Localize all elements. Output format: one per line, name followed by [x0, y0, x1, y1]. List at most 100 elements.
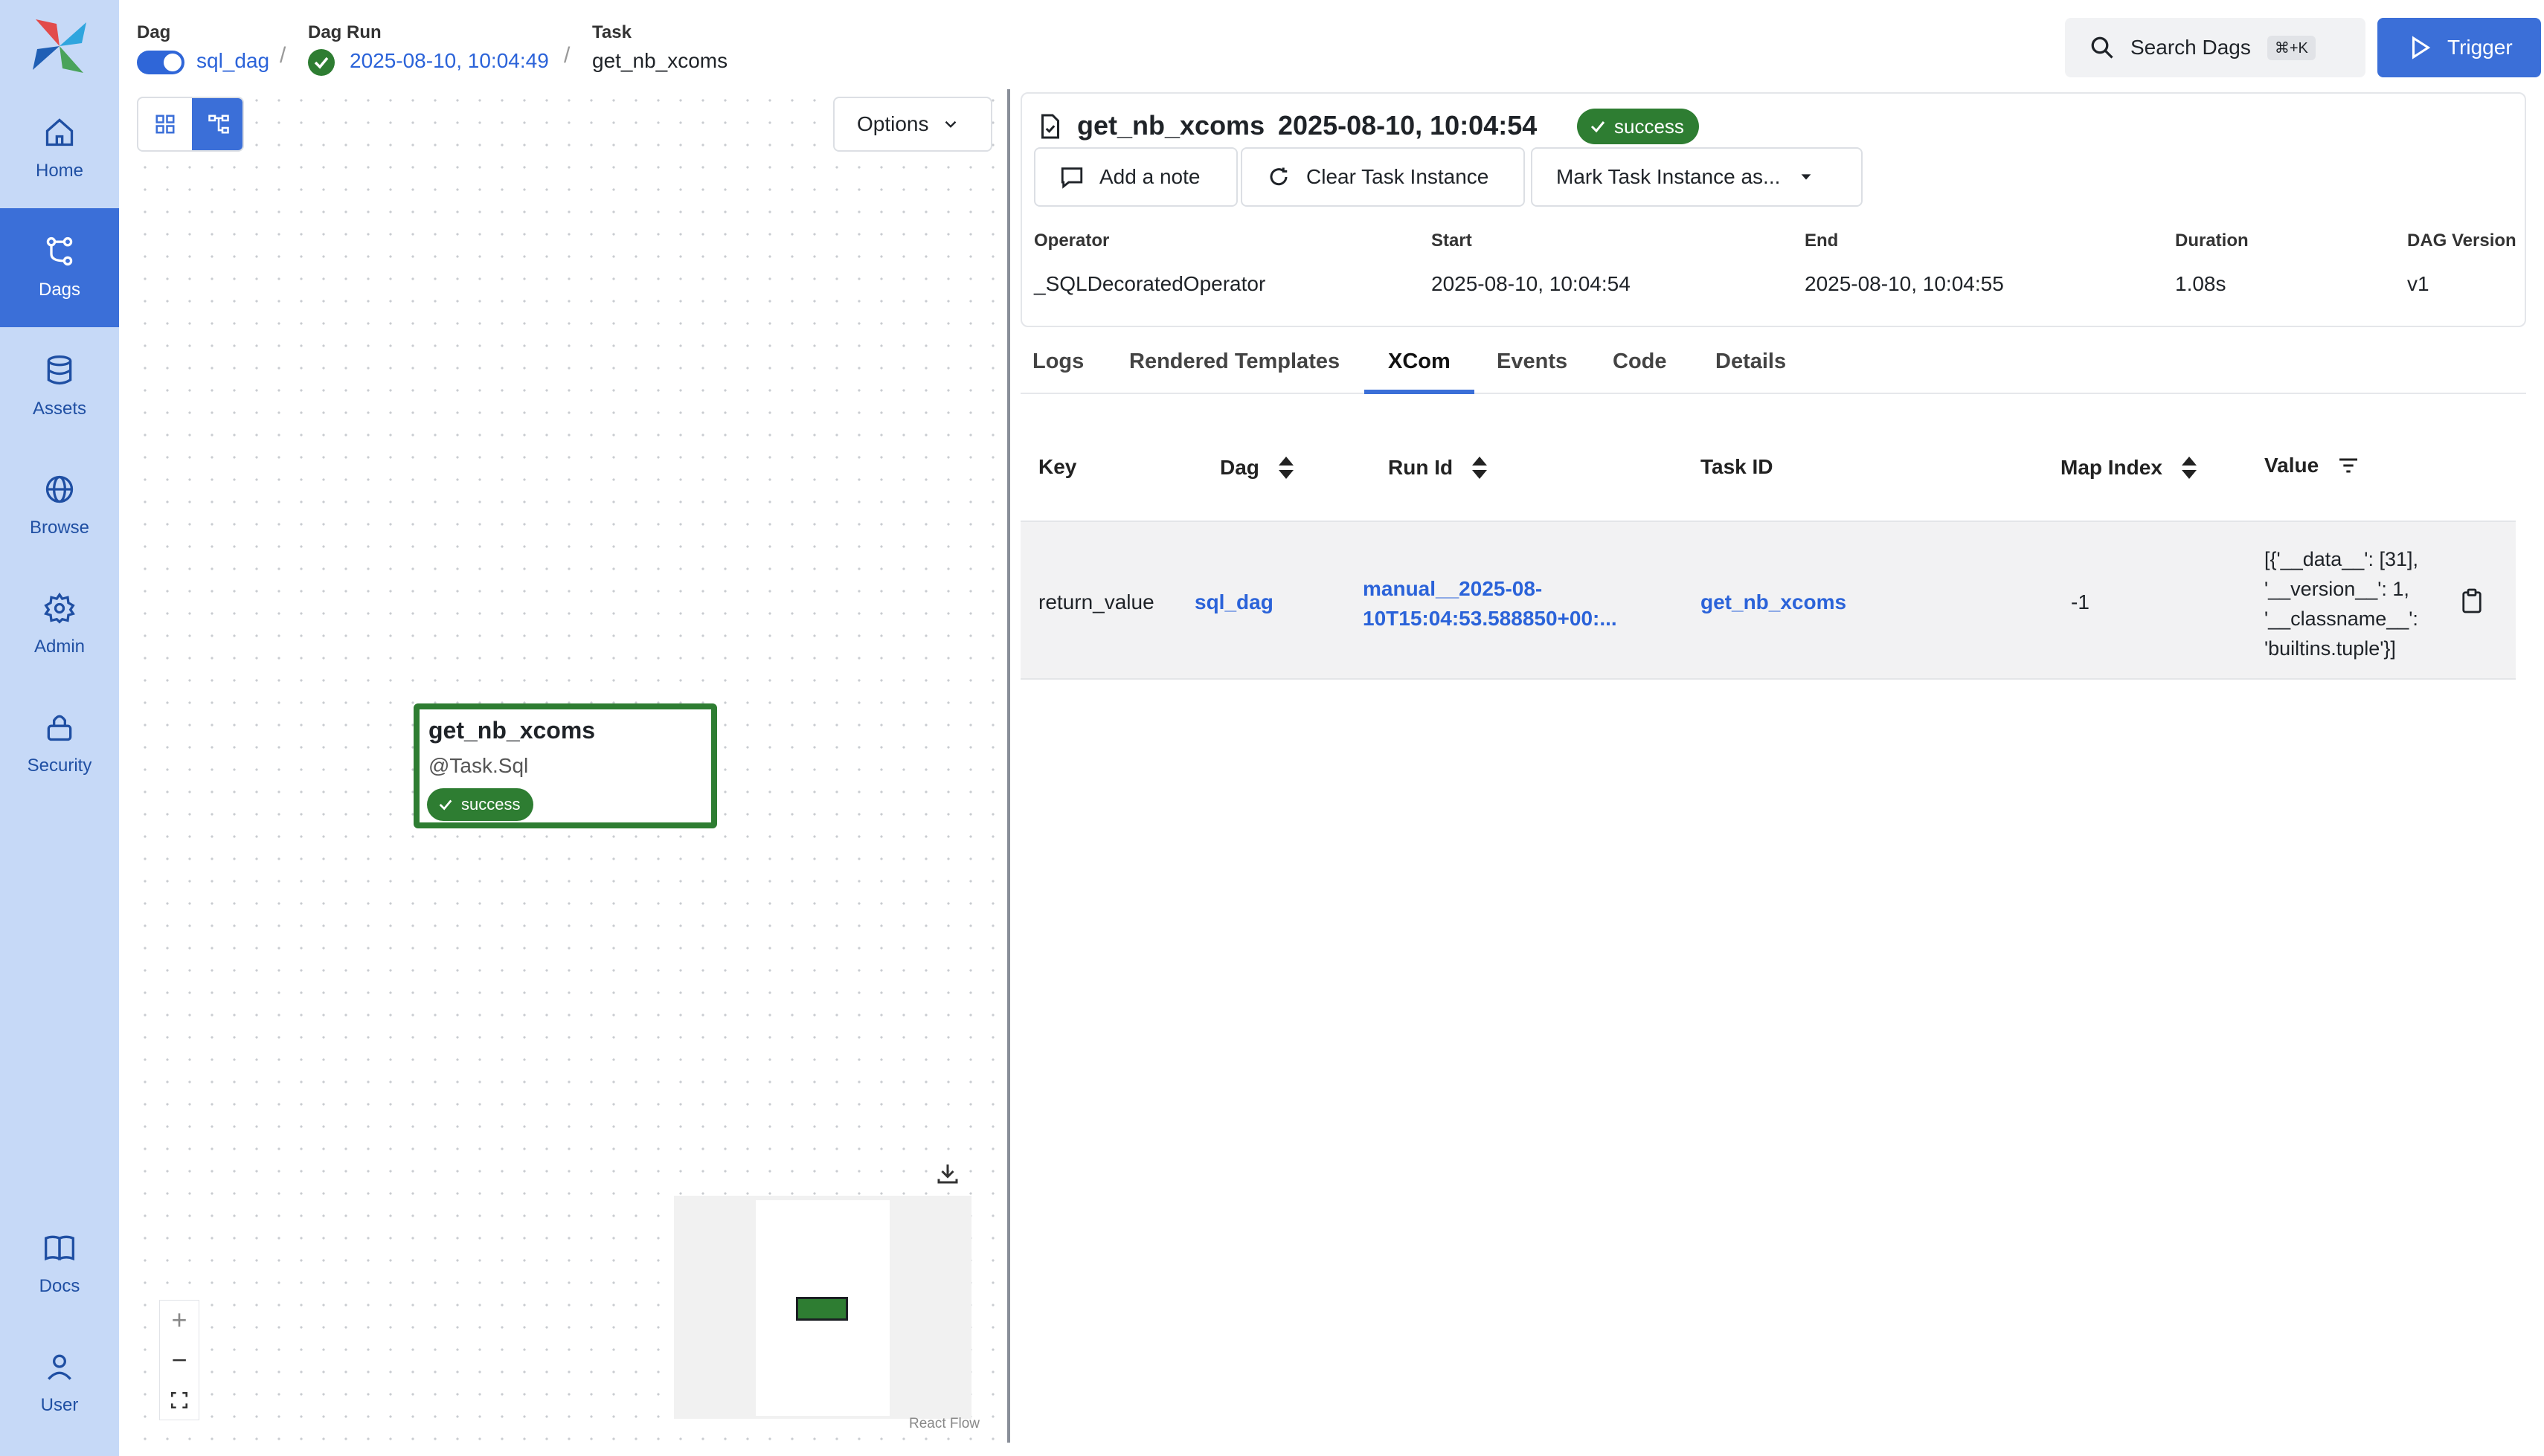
- sidebar-item-label: User: [40, 1395, 79, 1415]
- fullscreen-icon: [170, 1391, 188, 1409]
- mark-task-instance-button[interactable]: Mark Task Instance as...: [1531, 147, 1863, 207]
- run-id-line: manual__2025-08-: [1363, 577, 1543, 600]
- end-key: End: [1805, 231, 1839, 251]
- sidebar-item-user[interactable]: User: [0, 1324, 119, 1443]
- trigger-button[interactable]: Trigger: [2377, 18, 2541, 77]
- sidebar-item-label: Admin: [33, 637, 86, 657]
- dag-version-value: v1: [2407, 272, 2429, 295]
- database-icon: [47, 355, 72, 385]
- start-value: 2025-08-10, 10:04:54: [1431, 272, 1631, 295]
- zoom-controls: + −: [159, 1300, 199, 1420]
- task-instance-title: get_nb_xcoms: [1077, 110, 1265, 141]
- check-icon: [439, 799, 452, 811]
- sort-icon: [1278, 457, 1294, 479]
- cell-value: [{'__data__': [31], '__version__': 1, '_…: [2264, 544, 2418, 663]
- task-instance-state: success: [1614, 115, 1684, 138]
- tab-rendered-templates[interactable]: Rendered Templates: [1129, 349, 1340, 374]
- clipboard-icon: [2462, 588, 2482, 613]
- react-flow-attribution[interactable]: React Flow: [909, 1416, 980, 1432]
- cell-map-index: -1: [2071, 590, 2090, 613]
- value-line: '__classname__':: [2264, 608, 2418, 630]
- options-button[interactable]: Options: [833, 97, 992, 152]
- grid-view-button[interactable]: [138, 98, 192, 150]
- tab-logs[interactable]: Logs: [1032, 349, 1084, 374]
- task-node-status-badge: success: [427, 788, 534, 821]
- copy-value-button[interactable]: [2461, 587, 2487, 617]
- user-icon: [48, 1354, 71, 1380]
- options-label: Options: [857, 112, 929, 135]
- cell-dag-link[interactable]: sql_dag: [1195, 590, 1273, 614]
- graph-view-button[interactable]: [192, 98, 242, 150]
- column-header-value[interactable]: Value: [2264, 454, 2360, 477]
- sidebar-item-security[interactable]: Security: [0, 684, 119, 803]
- cell-run-id-link[interactable]: manual__2025-08- 10T15:04:53.588850+00:.…: [1363, 574, 1617, 634]
- operator-key: Operator: [1034, 231, 1110, 251]
- tab-xcom[interactable]: XCom: [1388, 349, 1451, 374]
- task-node-state: success: [461, 795, 521, 814]
- active-tab-indicator: [1364, 390, 1474, 394]
- add-note-button[interactable]: Add a note: [1034, 147, 1238, 207]
- sidebar-item-admin[interactable]: Admin: [0, 565, 119, 684]
- play-icon: [2412, 36, 2431, 59]
- breadcrumb-run-link[interactable]: 2025-08-10, 10:04:49: [350, 49, 549, 73]
- task-instance-status-badge: success: [1577, 109, 1699, 144]
- minimap[interactable]: [674, 1196, 971, 1419]
- breadcrumb-separator: /: [564, 43, 571, 68]
- sidebar-item-dags[interactable]: Dags: [0, 208, 119, 327]
- table-row: return_value sql_dag manual__2025-08- 10…: [1021, 521, 2516, 680]
- column-header-run-id[interactable]: Run Id: [1388, 455, 1488, 480]
- search-shortcut: ⌘+K: [2267, 35, 2316, 60]
- table-header: Key Dag Run Id Task ID Map Index Value: [1021, 424, 2516, 521]
- xcom-table: Key Dag Run Id Task ID Map Index Value r…: [1021, 424, 2516, 680]
- value-line: 'builtins.tuple'}]: [2264, 637, 2396, 660]
- breadcrumb-dag-link[interactable]: sql_dag: [196, 49, 269, 73]
- column-header-map-index[interactable]: Map Index: [2060, 455, 2198, 480]
- sidebar-item-label: Assets: [32, 399, 87, 419]
- sidebar: Home Dags Assets Browse Admin Security D…: [0, 0, 119, 1456]
- lock-icon: [47, 715, 72, 741]
- breadcrumb-task-key: Task: [592, 22, 632, 42]
- value-line: [{'__data__': [31],: [2264, 548, 2418, 570]
- panel-resize-handle[interactable]: [1007, 89, 1010, 1443]
- zoom-in-button[interactable]: +: [160, 1301, 199, 1339]
- grid-icon: [155, 115, 175, 134]
- search-icon: [2091, 36, 2113, 59]
- clear-task-instance-button[interactable]: Clear Task Instance: [1241, 147, 1525, 207]
- task-node[interactable]: get_nb_xcoms @Task.Sql success: [414, 703, 717, 828]
- graph-icon: [208, 115, 229, 134]
- sidebar-item-browse[interactable]: Browse: [0, 446, 119, 565]
- download-image-button[interactable]: [934, 1160, 961, 1187]
- duration-value: 1.08s: [2175, 272, 2226, 295]
- dag-pause-toggle[interactable]: [137, 51, 184, 74]
- sort-icon: [1472, 457, 1488, 479]
- search-dags-button[interactable]: Search Dags ⌘+K: [2065, 18, 2365, 77]
- tab-details[interactable]: Details: [1715, 349, 1786, 374]
- cell-key: return_value: [1038, 590, 1154, 613]
- gear-icon: [44, 592, 75, 624]
- column-header-label: Dag: [1220, 456, 1259, 479]
- caret-down-icon: [1801, 174, 1811, 180]
- sidebar-item-docs[interactable]: Docs: [0, 1205, 119, 1324]
- duration-key: Duration: [2175, 231, 2249, 251]
- filter-icon: [2339, 458, 2358, 473]
- column-header-key: Key: [1038, 455, 1077, 478]
- clear-task-instance-label: Clear Task Instance: [1306, 165, 1489, 188]
- sidebar-item-home[interactable]: Home: [0, 89, 119, 208]
- tab-code[interactable]: Code: [1613, 349, 1667, 374]
- sidebar-item-assets[interactable]: Assets: [0, 327, 119, 446]
- zoom-out-button[interactable]: −: [160, 1341, 199, 1379]
- airflow-logo[interactable]: [30, 16, 89, 76]
- success-check-icon: [308, 49, 335, 76]
- column-header-label: Map Index: [2060, 456, 2162, 479]
- column-header-dag[interactable]: Dag: [1220, 455, 1295, 480]
- fit-view-button[interactable]: [160, 1381, 199, 1420]
- breadcrumb-separator: /: [280, 43, 286, 68]
- tab-events[interactable]: Events: [1497, 349, 1567, 374]
- sidebar-item-label: Docs: [39, 1276, 80, 1296]
- dag-version-key: DAG Version: [2407, 231, 2516, 251]
- cell-task-id-link[interactable]: get_nb_xcoms: [1700, 590, 1846, 614]
- book-icon: [45, 1235, 74, 1261]
- refresh-icon: [1270, 167, 1288, 186]
- column-header-label: Run Id: [1388, 456, 1454, 479]
- note-icon: [1061, 167, 1083, 189]
